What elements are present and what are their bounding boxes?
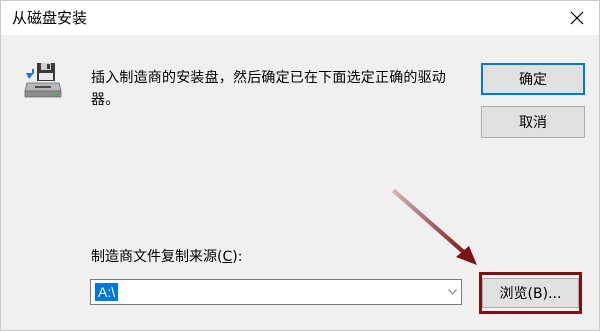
browse-button[interactable]: 浏览(B)...: [482, 278, 579, 308]
copy-source-label: 制造商文件复制来源(C):: [91, 248, 242, 266]
copy-source-label-suffix: ):: [232, 249, 243, 265]
instruction-text: 插入制造商的安装盘，然后确定已在下面选定正确的驱动器。: [91, 70, 446, 108]
dropdown-button[interactable]: [443, 280, 461, 304]
chevron-down-icon: [447, 289, 457, 295]
focus-border: [482, 64, 584, 94]
copy-source-label-prefix: 制造商文件复制来源(: [91, 249, 223, 265]
floppy-drive-icon: [24, 63, 62, 98]
copy-source-value[interactable]: A:\: [95, 283, 119, 301]
ok-button[interactable]: 确定: [481, 63, 585, 95]
window-title: 从磁盘安装: [12, 9, 88, 27]
browse-button-label: 浏览(B)...: [499, 286, 562, 302]
install-from-disk-dialog: 从磁盘安装 插入制造商的安装盘，然后确定已在下面选定正确的驱动器。 确定 取消 …: [0, 0, 600, 331]
annotation-arrow-shaft: [392, 189, 469, 257]
cancel-button[interactable]: 取消: [481, 106, 585, 138]
title-bar: 从磁盘安装: [1, 1, 599, 35]
annotation-arrow-head: [456, 246, 477, 265]
copy-source-combobox[interactable]: A:\: [90, 279, 462, 305]
copy-source-label-accelerator: C: [222, 249, 233, 265]
close-icon: [570, 11, 584, 25]
cancel-button-label: 取消: [519, 115, 547, 131]
close-button[interactable]: [555, 1, 599, 35]
